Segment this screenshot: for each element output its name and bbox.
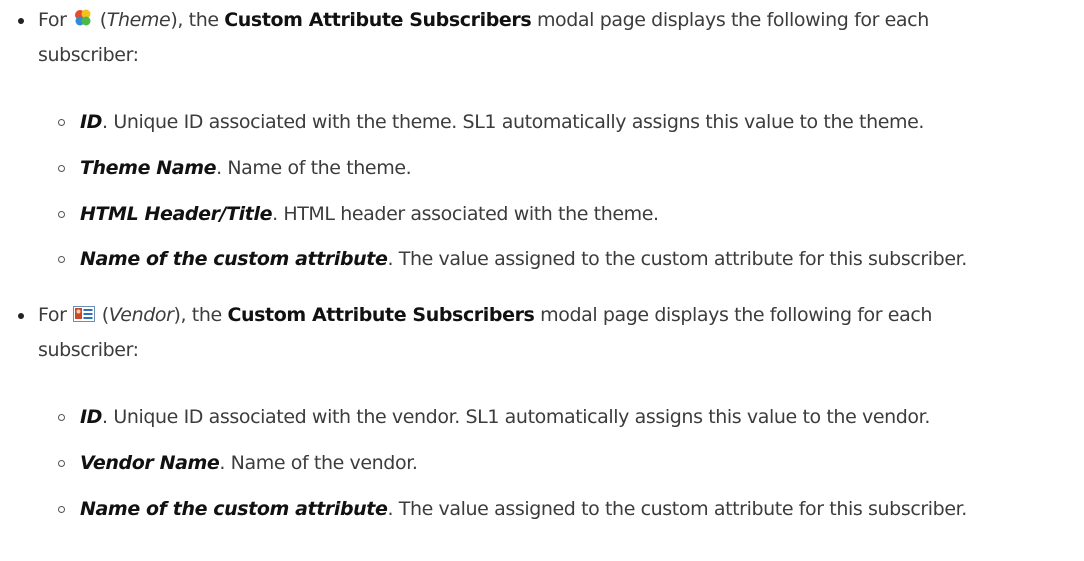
for-label: For bbox=[38, 304, 67, 326]
circle-bullet bbox=[58, 165, 65, 172]
bullet-dot bbox=[18, 18, 24, 24]
list-item: Theme Name. Name of the theme. bbox=[58, 155, 1078, 181]
vendor-icon bbox=[73, 301, 96, 334]
term-desc: . Name of the theme. bbox=[216, 157, 412, 179]
mid-text: , the bbox=[180, 304, 223, 326]
for-label: For bbox=[38, 9, 67, 31]
page-name: Custom Attribute Subscribers bbox=[224, 9, 532, 31]
theme-section-text: For (Theme), the Custom Attribute Subscr… bbox=[38, 4, 1078, 72]
theme-section: For (Theme), the Custom Attribute Subscr… bbox=[18, 4, 1078, 72]
circle-bullet bbox=[58, 414, 65, 421]
line1-rest: modal page displays the following for ea… bbox=[540, 304, 933, 326]
term-desc: . HTML header associated with the theme. bbox=[272, 203, 659, 225]
list-item: ID. Unique ID associated with the theme.… bbox=[58, 109, 1078, 135]
line1-rest: modal page displays the following for ea… bbox=[536, 9, 929, 31]
theme-icon bbox=[73, 6, 93, 39]
line2-text: subscriber: bbox=[38, 339, 139, 361]
list-item: Vendor Name. Name of the vendor. bbox=[58, 450, 1078, 476]
term-html-header: HTML Header/Title bbox=[80, 203, 273, 225]
circle-bullet bbox=[58, 460, 65, 467]
theme-type-label: Theme bbox=[106, 9, 171, 31]
list-item: Name of the custom attribute. The value … bbox=[58, 496, 1078, 522]
term-desc: . Unique ID associated with the vendor. … bbox=[102, 406, 930, 428]
vendor-type-label: Vendor bbox=[108, 304, 174, 326]
line2-text: subscriber: bbox=[38, 44, 139, 66]
list-item: ID. Unique ID associated with the vendor… bbox=[58, 404, 1078, 430]
term-desc: . Name of the vendor. bbox=[219, 452, 418, 474]
term-vendor-name: Vendor Name bbox=[80, 452, 220, 474]
term-desc: . The value assigned to the custom attri… bbox=[387, 248, 967, 270]
circle-bullet bbox=[58, 211, 65, 218]
term-id: ID bbox=[80, 111, 103, 133]
bullet-dot bbox=[18, 313, 24, 319]
term-desc: . Unique ID associated with the theme. S… bbox=[102, 111, 925, 133]
mid-text: , the bbox=[177, 9, 219, 31]
circle-bullet bbox=[58, 256, 65, 263]
term-custom-attribute: Name of the custom attribute bbox=[80, 248, 388, 270]
document-page: For (Theme), the Custom Attribute Subscr… bbox=[0, 0, 1084, 561]
page-name: Custom Attribute Subscribers bbox=[227, 304, 535, 326]
term-theme-name: Theme Name bbox=[80, 157, 217, 179]
term-desc: . The value assigned to the custom attri… bbox=[387, 498, 967, 520]
term-id: ID bbox=[80, 406, 103, 428]
list-item: HTML Header/Title. HTML header associate… bbox=[58, 201, 1078, 227]
vendor-section-text: For (Vendor), the Custom Attribute Subsc… bbox=[38, 299, 1078, 367]
circle-bullet bbox=[58, 119, 65, 126]
vendor-section: For (Vendor), the Custom Attribute Subsc… bbox=[18, 299, 1078, 367]
term-custom-attribute: Name of the custom attribute bbox=[80, 498, 388, 520]
circle-bullet bbox=[58, 506, 65, 513]
list-item: Name of the custom attribute. The value … bbox=[58, 246, 1078, 272]
